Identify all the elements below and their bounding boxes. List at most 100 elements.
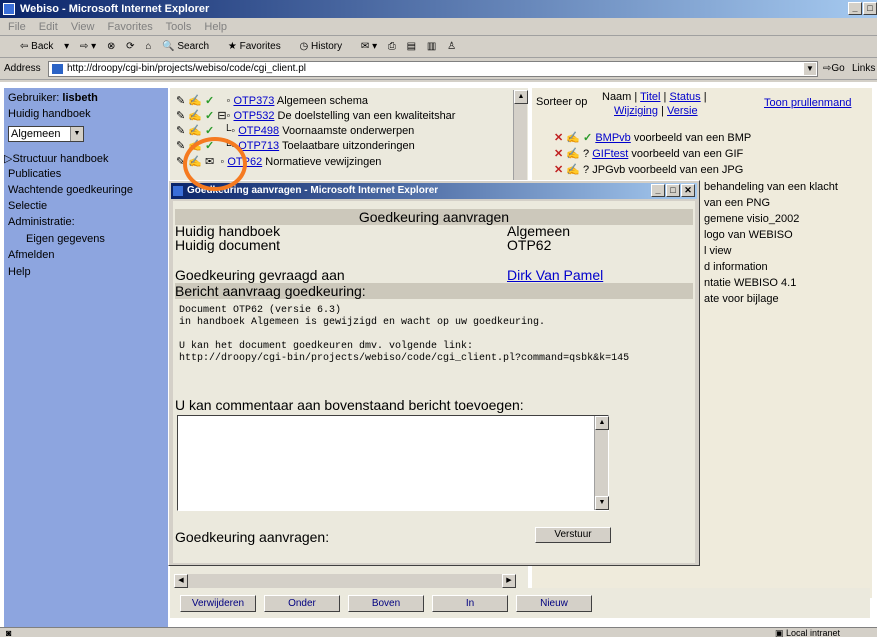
delete-icon[interactable]: ✕ [554, 132, 563, 144]
onder-button[interactable]: Onder [264, 595, 340, 612]
window-title-bar[interactable]: Webiso - Microsoft Internet Explorer _ □ [0, 0, 877, 18]
maximize-button[interactable]: □ [863, 2, 877, 15]
nav-afmelden[interactable]: Afmelden [8, 249, 54, 261]
in-button[interactable]: In [432, 595, 508, 612]
ie-icon [3, 3, 15, 15]
doc-code-link[interactable]: OTP713 [238, 140, 279, 152]
mail-icon[interactable]: ✉ ▾ [361, 41, 377, 52]
comment-scrollbar[interactable]: ▲ ▼ [594, 416, 609, 510]
scroll-up-icon[interactable]: ▲ [514, 90, 528, 104]
address-url: http://droopy/cgi-bin/projects/webiso/co… [67, 63, 307, 74]
file-name-link[interactable]: BMPvb [595, 132, 630, 144]
nav-selectie[interactable]: Selectie [8, 200, 47, 212]
minimize-button[interactable]: _ [848, 2, 862, 15]
favorites-button[interactable]: ★ Favorites [228, 41, 289, 52]
edit-doc-icon[interactable]: ✍ [188, 110, 202, 122]
minimize-button[interactable]: _ [651, 184, 665, 197]
scroll-right-icon[interactable]: ▶ [502, 574, 516, 588]
go-button[interactable]: ⇨Go [823, 58, 845, 80]
menu-favorites[interactable]: Favorites [108, 21, 153, 33]
verwijderen-button[interactable]: Verwijderen [180, 595, 256, 612]
stop-icon[interactable]: ⊗ [107, 41, 115, 52]
search-label: Search [177, 41, 210, 52]
approver-link[interactable]: Dirk Van Pamel [507, 267, 603, 283]
nieuw-button[interactable]: Nieuw [516, 595, 592, 612]
file-desc-partial: ntatie WEBISO 4.1 [704, 277, 797, 289]
menu-tools[interactable]: Tools [166, 21, 192, 33]
history-button[interactable]: ◷ History [300, 41, 351, 52]
approved-check-icon: ✓ [205, 95, 215, 107]
sort-status[interactable]: Status [669, 91, 700, 103]
sort-naam[interactable]: Naam [602, 91, 631, 103]
scroll-left-icon[interactable]: ◀ [174, 574, 188, 588]
pencil-icon[interactable]: ✎ [176, 95, 185, 107]
handbook-label: Huidig handboek [8, 108, 91, 120]
links-button[interactable]: Links [852, 58, 875, 80]
file-row[interactable]: ✕ ✍ ✓ BMPvb voorbeeld van een BMP [554, 131, 751, 144]
edit-doc-icon[interactable]: ✍ [566, 164, 580, 176]
nav-label: Structuur handboek [12, 153, 109, 165]
boven-button[interactable]: Boven [348, 595, 424, 612]
doc-code-link[interactable]: OTP373 [233, 95, 274, 107]
file-desc: voorbeeld van een BMP [633, 132, 752, 144]
menu-file[interactable]: File [8, 21, 26, 33]
edit-doc-icon[interactable]: ✍ [188, 95, 202, 107]
pencil-icon[interactable]: ✎ [176, 125, 185, 137]
tree-row[interactable]: ✎ ✍ ✓ └◦ OTP498 Voornaamste onderwerpen [176, 124, 414, 137]
doc-code-link[interactable]: OTP532 [234, 110, 275, 122]
tree-row[interactable]: ✎ ✍ ✓ ⊟◦ OTP532 De doelstelling van een … [176, 109, 455, 122]
nav-help[interactable]: Help [8, 266, 31, 278]
verstuur-button[interactable]: Verstuur [535, 527, 611, 543]
delete-icon[interactable]: ✕ [554, 148, 563, 160]
address-input[interactable]: http://droopy/cgi-bin/projects/webiso/co… [48, 61, 818, 77]
refresh-icon[interactable]: ⟳ [126, 41, 134, 52]
file-name[interactable]: JPGvb [592, 164, 625, 176]
address-dropdown-icon[interactable]: ▼ [804, 63, 816, 75]
popup-title-bar[interactable]: Goedkeuring aanvragen - Microsoft Intern… [171, 183, 697, 199]
maximize-button[interactable]: □ [666, 184, 680, 197]
file-row[interactable]: ✕ ✍ ? GIFtest voorbeeld van een GIF [554, 147, 743, 160]
toon-prullenmand-link[interactable]: Toon prullenmand [764, 97, 851, 109]
tree-hscrollbar[interactable]: ◀ ▶ [174, 574, 516, 588]
pencil-icon[interactable]: ✎ [176, 110, 185, 122]
edit-doc-icon[interactable]: ✍ [566, 148, 580, 160]
document-label: Huidig document [175, 237, 281, 253]
nav-wachtende-goedkeuringen[interactable]: Wachtende goedkeuringe [8, 184, 133, 196]
user-line: Gebruiker: lisbeth [8, 92, 98, 104]
sort-titel[interactable]: Titel [640, 91, 660, 103]
tree-row[interactable]: ✎ ✍ ✓ ◦ OTP373 Algemeen schema [176, 94, 368, 107]
edit-icon[interactable]: ▤ [407, 41, 416, 52]
file-name-link[interactable]: GIFtest [592, 148, 628, 160]
sort-options-2: Wijziging | Versie [614, 105, 698, 117]
edit-doc-icon[interactable]: ✍ [566, 132, 580, 144]
delete-icon[interactable]: ✕ [554, 164, 563, 176]
back-button[interactable]: ⇦ Back ▾ [20, 41, 69, 52]
handbook-select[interactable]: Algemeen ▼ [8, 126, 84, 142]
browser-toolbar: ⇦ Back ▾ ⇨ ▾ ⊗ ⟳ ⌂ 🔍 Search ★ Favorites … [0, 36, 877, 58]
comment-textarea[interactable]: ▲ ▼ [177, 415, 609, 511]
menu-edit[interactable]: Edit [39, 21, 58, 33]
scroll-up-icon[interactable]: ▲ [595, 416, 609, 430]
search-button[interactable]: 🔍 Search [162, 41, 217, 52]
sort-versie[interactable]: Versie [667, 105, 698, 117]
close-button[interactable]: ✕ [681, 184, 695, 197]
pencil-icon[interactable]: ✎ [176, 140, 185, 152]
file-desc: voorbeeld van een GIF [631, 148, 744, 160]
menu-help[interactable]: Help [204, 21, 227, 33]
messenger-icon[interactable]: ♙ [447, 41, 456, 52]
nav-publicaties[interactable]: Publicaties [8, 168, 61, 180]
scroll-down-icon[interactable]: ▼ [595, 496, 609, 510]
home-icon[interactable]: ⌂ [145, 41, 151, 52]
sort-wijziging[interactable]: Wijziging [614, 105, 658, 117]
print-icon[interactable]: ⎙ [388, 41, 396, 52]
tree-scrollbar[interactable]: ▲ [513, 90, 528, 180]
nav-eigen-gegevens[interactable]: Eigen gegevens [26, 233, 105, 245]
nav-structuur-handboek[interactable]: ▷Structuur handboek [4, 152, 108, 165]
file-row[interactable]: ✕ ✍ ? JPGvb voorbeeld van een JPG [554, 163, 743, 176]
discuss-icon[interactable]: ▥ [427, 41, 436, 52]
edit-doc-icon[interactable]: ✍ [188, 125, 202, 137]
action-button-bar: Verwijderen Onder Boven In Nieuw [170, 588, 870, 618]
menu-view[interactable]: View [71, 21, 95, 33]
forward-button[interactable]: ⇨ ▾ [80, 41, 96, 52]
doc-code-link[interactable]: OTP498 [238, 125, 279, 137]
